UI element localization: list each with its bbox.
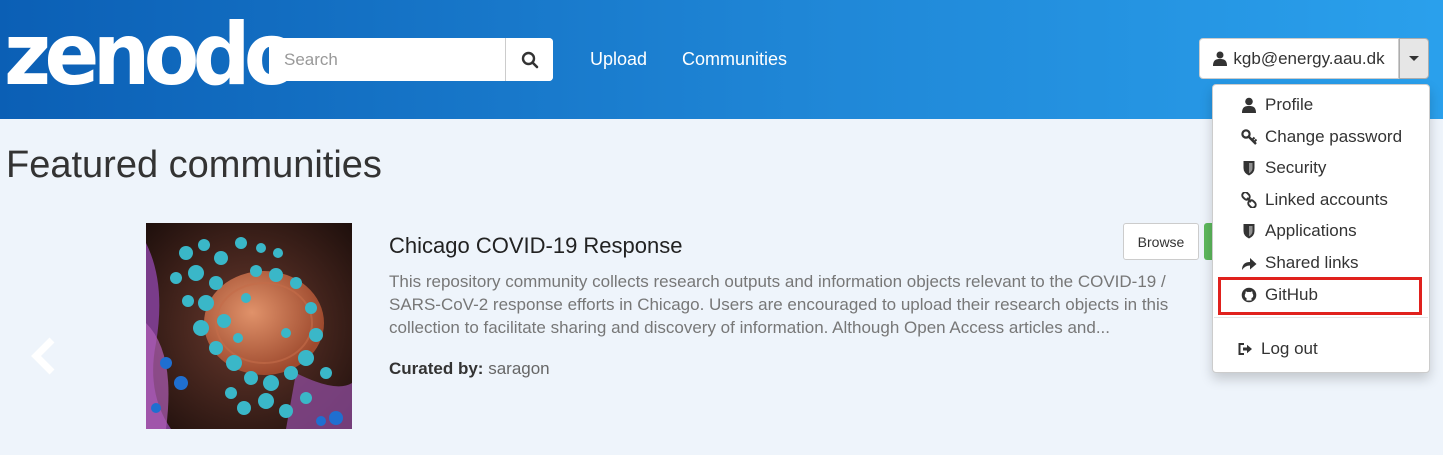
user-menu-toggle[interactable] <box>1399 38 1429 79</box>
carousel-prev-button[interactable] <box>28 334 62 378</box>
shield-icon <box>1243 161 1255 176</box>
menu-divider <box>1214 317 1428 318</box>
search-button[interactable] <box>505 38 553 81</box>
menu-item-label: Change password <box>1265 127 1403 146</box>
curated-label: Curated by: <box>389 359 484 378</box>
user-dropdown-menu: Profile Change password Security Linked … <box>1212 84 1430 373</box>
shield-icon <box>1243 224 1255 239</box>
link-icon <box>1241 192 1257 208</box>
caret-down-icon <box>1409 56 1419 61</box>
menu-item-label: Log out <box>1261 339 1318 358</box>
community-image[interactable] <box>146 223 352 429</box>
menu-item-label: Applications <box>1265 221 1357 240</box>
menu-item-label: Shared links <box>1265 253 1359 272</box>
browse-button[interactable]: Browse <box>1123 223 1199 260</box>
virus-micrograph-image <box>146 223 352 429</box>
user-account-button[interactable]: kgb@energy.aau.dk <box>1199 38 1399 79</box>
user-icon <box>1242 97 1256 113</box>
search-input[interactable] <box>269 38 505 81</box>
key-icon <box>1241 129 1257 145</box>
menu-item-label: Linked accounts <box>1265 190 1388 209</box>
community-description: This repository community collects resea… <box>389 272 1169 337</box>
menu-item-label: Profile <box>1265 95 1314 114</box>
share-icon <box>1242 258 1257 270</box>
search-box <box>269 38 553 81</box>
zenodo-logo[interactable]: zenodo <box>4 10 299 100</box>
nav-communities-link[interactable]: Communities <box>682 48 787 70</box>
community-title[interactable]: Chicago COVID-19 Response <box>389 233 682 259</box>
menu-item-label: Security <box>1265 158 1327 177</box>
search-icon <box>521 51 538 68</box>
github-highlight-box <box>1218 277 1422 315</box>
user-email: kgb@energy.aau.dk <box>1233 48 1385 68</box>
sign-out-icon <box>1238 343 1252 355</box>
curator-link[interactable]: saragon <box>488 359 549 378</box>
page-title: Featured communities <box>6 144 382 186</box>
user-icon <box>1213 51 1228 66</box>
curated-by: Curated by: saragon <box>389 358 550 380</box>
chevron-left-icon <box>31 337 55 375</box>
nav-upload-link[interactable]: Upload <box>590 48 647 70</box>
